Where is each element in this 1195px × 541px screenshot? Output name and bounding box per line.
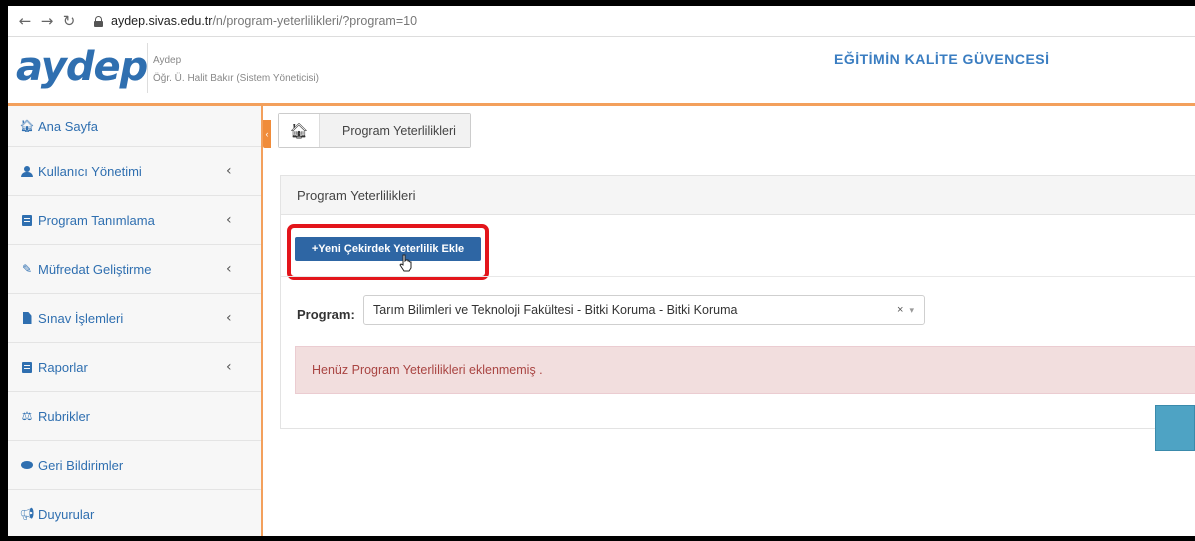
breadcrumb: 🏠︎ Program Yeterlilikleri <box>278 113 471 148</box>
user-icon <box>20 165 34 177</box>
empty-state-alert: Henüz Program Yeterlilikleri eklenmemiş … <box>295 346 1195 394</box>
bullhorn-icon: 📢︎ <box>19 507 35 521</box>
program-select[interactable]: Tarım Bilimleri ve Teknoloji Fakültesi -… <box>363 295 925 325</box>
panel-divider <box>281 276 1195 277</box>
sidebar-item-duyurular[interactable]: 📢︎ Duyurular <box>8 490 261 536</box>
sidebar-item-label: Rubrikler <box>38 408 91 424</box>
hand-cursor-icon <box>399 254 412 272</box>
site-header: aydep Aydep Öğr. Ü. Halit Bakır (Sistem … <box>8 37 1195 106</box>
chevron-left-icon: ‹ <box>226 310 232 326</box>
add-core-competency-button[interactable]: +Yeni Çekirdek Yeterlilik Ekle <box>295 237 481 261</box>
breadcrumb-home-icon[interactable]: 🏠︎ <box>279 114 320 147</box>
panel-title: Program Yeterlilikleri <box>281 176 1195 215</box>
reload-icon[interactable]: ↻ <box>58 12 80 30</box>
sidebar-item-geri-bildirimler[interactable]: Geri Bildirimler <box>8 441 261 490</box>
home-icon: 🏠︎ <box>19 119 35 133</box>
chevron-left-icon: ‹ <box>226 261 232 277</box>
sidebar-item-label: Müfredat Geliştirme <box>38 261 152 277</box>
sidebar-item-label: Duyurular <box>38 506 95 522</box>
lock-icon <box>94 15 103 27</box>
sidebar-item-label: Raporlar <box>38 359 88 375</box>
file-icon <box>20 312 34 324</box>
book-icon <box>20 214 34 226</box>
sidebar-item-sinav-islemleri[interactable]: Sınav İşlemleri ‹ <box>8 294 261 343</box>
sidebar-item-mufredat-gelistirme[interactable]: ✎ Müfredat Geliştirme ‹ <box>8 245 261 294</box>
sidebar: 🏠︎ Ana Sayfa Kullanıcı Yönetimi ‹ Progra… <box>8 106 263 536</box>
logo-divider <box>147 43 148 93</box>
sidebar-item-label: Kullanıcı Yönetimi <box>38 163 142 179</box>
screenshot-frame: ← → ↻ aydep.sivas.edu.tr/n/program-yeter… <box>8 6 1195 536</box>
chevron-down-icon[interactable]: ▾ <box>909 305 914 316</box>
clear-selection-icon[interactable]: × <box>897 304 903 316</box>
sidebar-item-label: Geri Bildirimler <box>38 457 124 473</box>
user-info: Öğr. Ü. Halit Bakır (Sistem Yöneticisi) <box>153 73 319 84</box>
program-select-value: Tarım Bilimleri ve Teknoloji Fakültesi -… <box>373 303 738 317</box>
breadcrumb-current: Program Yeterlilikleri <box>320 114 470 147</box>
site-name: Aydep <box>153 55 182 66</box>
balance-scale-icon: ⚖ <box>21 409 33 423</box>
address-bar[interactable]: aydep.sivas.edu.tr/n/program-yeterlilikl… <box>111 14 417 28</box>
pencil-icon: ✎ <box>21 262 33 276</box>
program-competencies-panel: Program Yeterlilikleri +Yeni Çekirdek Ye… <box>280 175 1195 429</box>
sidebar-item-rubrikler[interactable]: ⚖ Rubrikler <box>8 392 261 441</box>
chevron-left-icon: ‹ <box>226 163 232 179</box>
sidebar-item-program-tanimlama[interactable]: Program Tanımlama ‹ <box>8 196 261 245</box>
sidebar-item-label: Program Tanımlama <box>38 212 155 228</box>
browser-toolbar: ← → ↻ aydep.sivas.edu.tr/n/program-yeter… <box>8 6 1195 37</box>
sidebar-item-label: Sınav İşlemleri <box>38 310 124 326</box>
sidebar-item-raporlar[interactable]: Raporlar ‹ <box>8 343 261 392</box>
site-motto: EĞİTİMİN KALİTE GÜVENCESİ <box>834 51 1050 67</box>
back-arrow-icon[interactable]: ← <box>14 12 36 30</box>
sidebar-item-kullanici-yonetimi[interactable]: Kullanıcı Yönetimi ‹ <box>8 147 261 196</box>
chevron-left-icon: ‹ <box>226 359 232 375</box>
url-host: aydep.sivas.edu.tr <box>111 14 213 28</box>
comment-icon <box>20 461 34 469</box>
report-icon <box>20 361 34 373</box>
chevron-left-icon: ‹ <box>226 212 232 228</box>
sidebar-item-ana-sayfa[interactable]: 🏠︎ Ana Sayfa <box>8 106 261 147</box>
forward-arrow-icon[interactable]: → <box>36 12 58 30</box>
floating-action-button[interactable] <box>1155 405 1195 451</box>
url-path: /n/program-yeterlilikleri/?program=10 <box>212 14 418 28</box>
sidebar-collapse-toggle[interactable]: ‹ <box>263 120 271 148</box>
program-label: Program: <box>297 307 355 322</box>
logo[interactable]: aydep <box>16 47 148 87</box>
sidebar-item-label: Ana Sayfa <box>38 118 98 134</box>
